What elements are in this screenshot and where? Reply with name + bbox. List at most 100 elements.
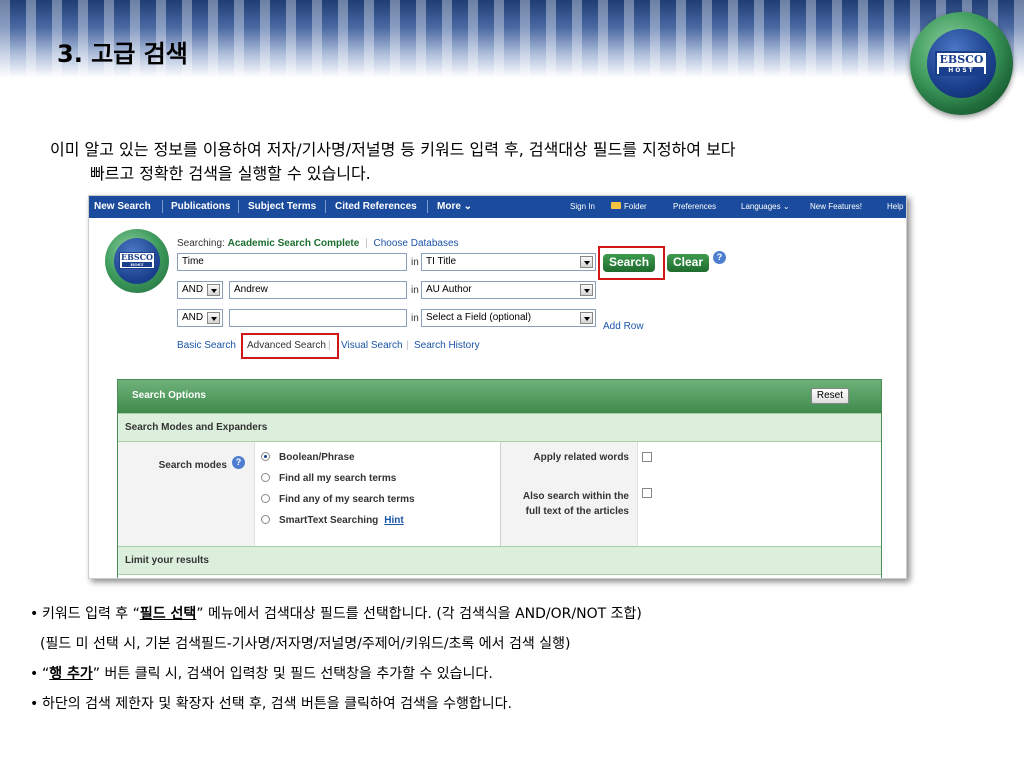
search-term-input-2[interactable]: Andrew (229, 281, 407, 299)
bullet-3: • 하단의 검색 제한자 및 확장자 선택 후, 검색 버튼을 클릭하여 검색을 … (30, 689, 1010, 719)
hint-link[interactable]: Hint (384, 515, 403, 526)
mode-label: Boolean/Phrase (279, 452, 355, 463)
search-term-input-1[interactable]: Time (177, 253, 407, 271)
pipe-separator: | (365, 238, 368, 249)
expanders-cell (638, 442, 881, 546)
bullet-2: • “행 추가” 버튼 클릭 시, 검색어 입력창 및 필드 선택창을 추가할 수… (30, 659, 1010, 689)
intro-line-2: 빠르고 정확한 검색을 실행할 수 있습니다. (90, 164, 371, 183)
logo-text: EBSCO (939, 53, 984, 66)
expanders-label-cell: Apply related words Also search within t… (501, 442, 638, 546)
advanced-search-highlight (241, 333, 339, 359)
apply-related-words-checkbox[interactable] (642, 452, 652, 462)
logo-plate: EBSCO HOST (935, 51, 988, 76)
logo-subtext: HOST (939, 67, 984, 74)
nav-separator (325, 200, 326, 213)
nav-preferences[interactable]: Preferences (673, 202, 716, 211)
mode-option-smarttext[interactable]: SmartText Searching Hint (261, 515, 404, 526)
small-logo-inner: EBSCO HOST (114, 238, 160, 284)
help-icon[interactable]: ? (713, 251, 726, 264)
bullet-2-keyword: 행 추가 (49, 666, 93, 682)
top-nav-bar: New Search Publications Subject Terms Ci… (89, 196, 906, 218)
chevron-down-icon (580, 284, 593, 296)
nav-help[interactable]: Help (887, 202, 903, 211)
small-logo-subtext: HOST (122, 262, 152, 267)
mode-label: SmartText Searching (279, 515, 379, 526)
nav-publications[interactable]: Publications (171, 201, 230, 212)
bullet-1-post: ” 메뉴에서 검색대상 필드를 선택합니다. (각 검색식을 AND/OR/NO… (196, 606, 642, 622)
search-modes-label-cell: Search modes ? (118, 442, 255, 546)
nav-sign-in[interactable]: Sign In (570, 202, 595, 211)
bullet-1-sub: (필드 미 선택 시, 기본 검색필드-기사명/저자명/저널명/주제어/키워드/… (40, 636, 571, 652)
radio-selected-icon (261, 452, 270, 461)
bullet-dot: • (30, 666, 39, 682)
small-logo-text: EBSCO (121, 252, 153, 262)
search-button[interactable]: Search (603, 254, 656, 272)
field-select-1[interactable]: TI Title (421, 253, 596, 271)
intro-text: 이미 알고 있는 정보를 이용하여 저자/기사명/저널명 등 키워드 입력 후,… (50, 138, 990, 186)
explanation-bullets: • 키워드 입력 후 “필드 선택” 메뉴에서 검색대상 필드를 선택합니다. (… (30, 599, 1010, 719)
mode-option-find-any[interactable]: Find any of my search terms (261, 494, 415, 505)
search-options-header: Search Options Reset (118, 380, 881, 413)
mode-option-boolean[interactable]: Boolean/Phrase (261, 452, 355, 463)
in-label: in (411, 285, 419, 296)
limit-results-heading: Limit your results (118, 546, 881, 575)
in-label: in (411, 257, 419, 268)
search-modes-cell: Boolean/Phrase Find all my search terms … (255, 442, 501, 546)
operator-select-3[interactable]: AND (177, 309, 223, 327)
slide-title: 3. 고급 검색 (57, 40, 188, 68)
basic-search-link[interactable]: Basic Search (177, 340, 236, 351)
operator-2-value: AND (182, 284, 204, 295)
searching-label: Searching: (177, 238, 225, 249)
ebsco-screenshot: New Search Publications Subject Terms Ci… (88, 195, 907, 579)
search-modes-label: Search modes (158, 460, 227, 471)
field-select-1-value: TI Title (426, 256, 457, 267)
search-options-panel: Search Options Reset Search Modes and Ex… (117, 379, 882, 578)
search-term-input-3[interactable] (229, 309, 407, 327)
operator-select-2[interactable]: AND (177, 281, 223, 299)
field-select-2-value: AU Author (426, 284, 472, 295)
nav-new-search[interactable]: New Search (94, 201, 151, 212)
bullet-1-keyword: 필드 선택 (139, 606, 197, 622)
radio-icon (261, 515, 270, 524)
nav-separator (238, 200, 239, 213)
field-select-3[interactable]: Select a Field (optional) (421, 309, 596, 327)
field-select-2[interactable]: AU Author (421, 281, 596, 299)
bullet-2-post: ” 버튼 클릭 시, 검색어 입력창 및 필드 선택창을 추가할 수 있습니다. (92, 666, 493, 682)
nav-separator (162, 200, 163, 213)
nav-folder[interactable]: Folder (611, 202, 647, 211)
options-grid: Search modes ? Boolean/Phrase Find all m… (118, 442, 881, 546)
chevron-down-icon (207, 284, 220, 296)
database-name: Academic Search Complete (227, 238, 360, 249)
mode-label: Find any of my search terms (279, 494, 415, 505)
add-row-link[interactable]: Add Row (603, 321, 644, 332)
operator-3-value: AND (182, 312, 204, 323)
visual-search-link[interactable]: Visual Search (341, 340, 403, 351)
in-label: in (411, 313, 419, 324)
help-icon[interactable]: ? (232, 456, 245, 469)
nav-more-menu[interactable]: More ⌄ (437, 201, 472, 212)
modes-expanders-heading: Search Modes and Expanders (118, 413, 881, 442)
search-options-title: Search Options (132, 390, 206, 401)
field-select-3-value: Select a Field (optional) (426, 312, 532, 323)
bullet-3-text: 하단의 검색 제한자 및 확장자 선택 후, 검색 버튼을 클릭하여 검색을 수… (42, 696, 513, 712)
bullet-dot: • (30, 606, 39, 622)
mode-label: Find all my search terms (279, 473, 397, 484)
ebsco-small-logo[interactable]: EBSCO HOST (105, 229, 169, 293)
also-search-fulltext-label: Also search within the full text of the … (522, 491, 629, 517)
search-history-link[interactable]: Search History (414, 340, 480, 351)
also-search-fulltext-checkbox[interactable] (642, 488, 652, 498)
logo-inner-disc: EBSCO HOST (927, 29, 996, 98)
nav-subject-terms[interactable]: Subject Terms (248, 201, 316, 212)
mode-option-find-all[interactable]: Find all my search terms (261, 473, 396, 484)
choose-databases-link[interactable]: Choose Databases (373, 238, 458, 249)
nav-languages[interactable]: Languages ⌄ (741, 202, 790, 211)
apply-related-words-label: Apply related words (533, 452, 629, 463)
clear-button[interactable]: Clear (667, 254, 710, 272)
chevron-down-icon (207, 312, 220, 324)
nav-new-features[interactable]: New Features! (810, 202, 862, 211)
nav-separator (427, 200, 428, 213)
nav-cited-references[interactable]: Cited References (335, 201, 417, 212)
bullet-dot: • (30, 696, 39, 712)
intro-line-1: 이미 알고 있는 정보를 이용하여 저자/기사명/저널명 등 키워드 입력 후,… (50, 140, 736, 159)
reset-button[interactable]: Reset (810, 388, 849, 404)
